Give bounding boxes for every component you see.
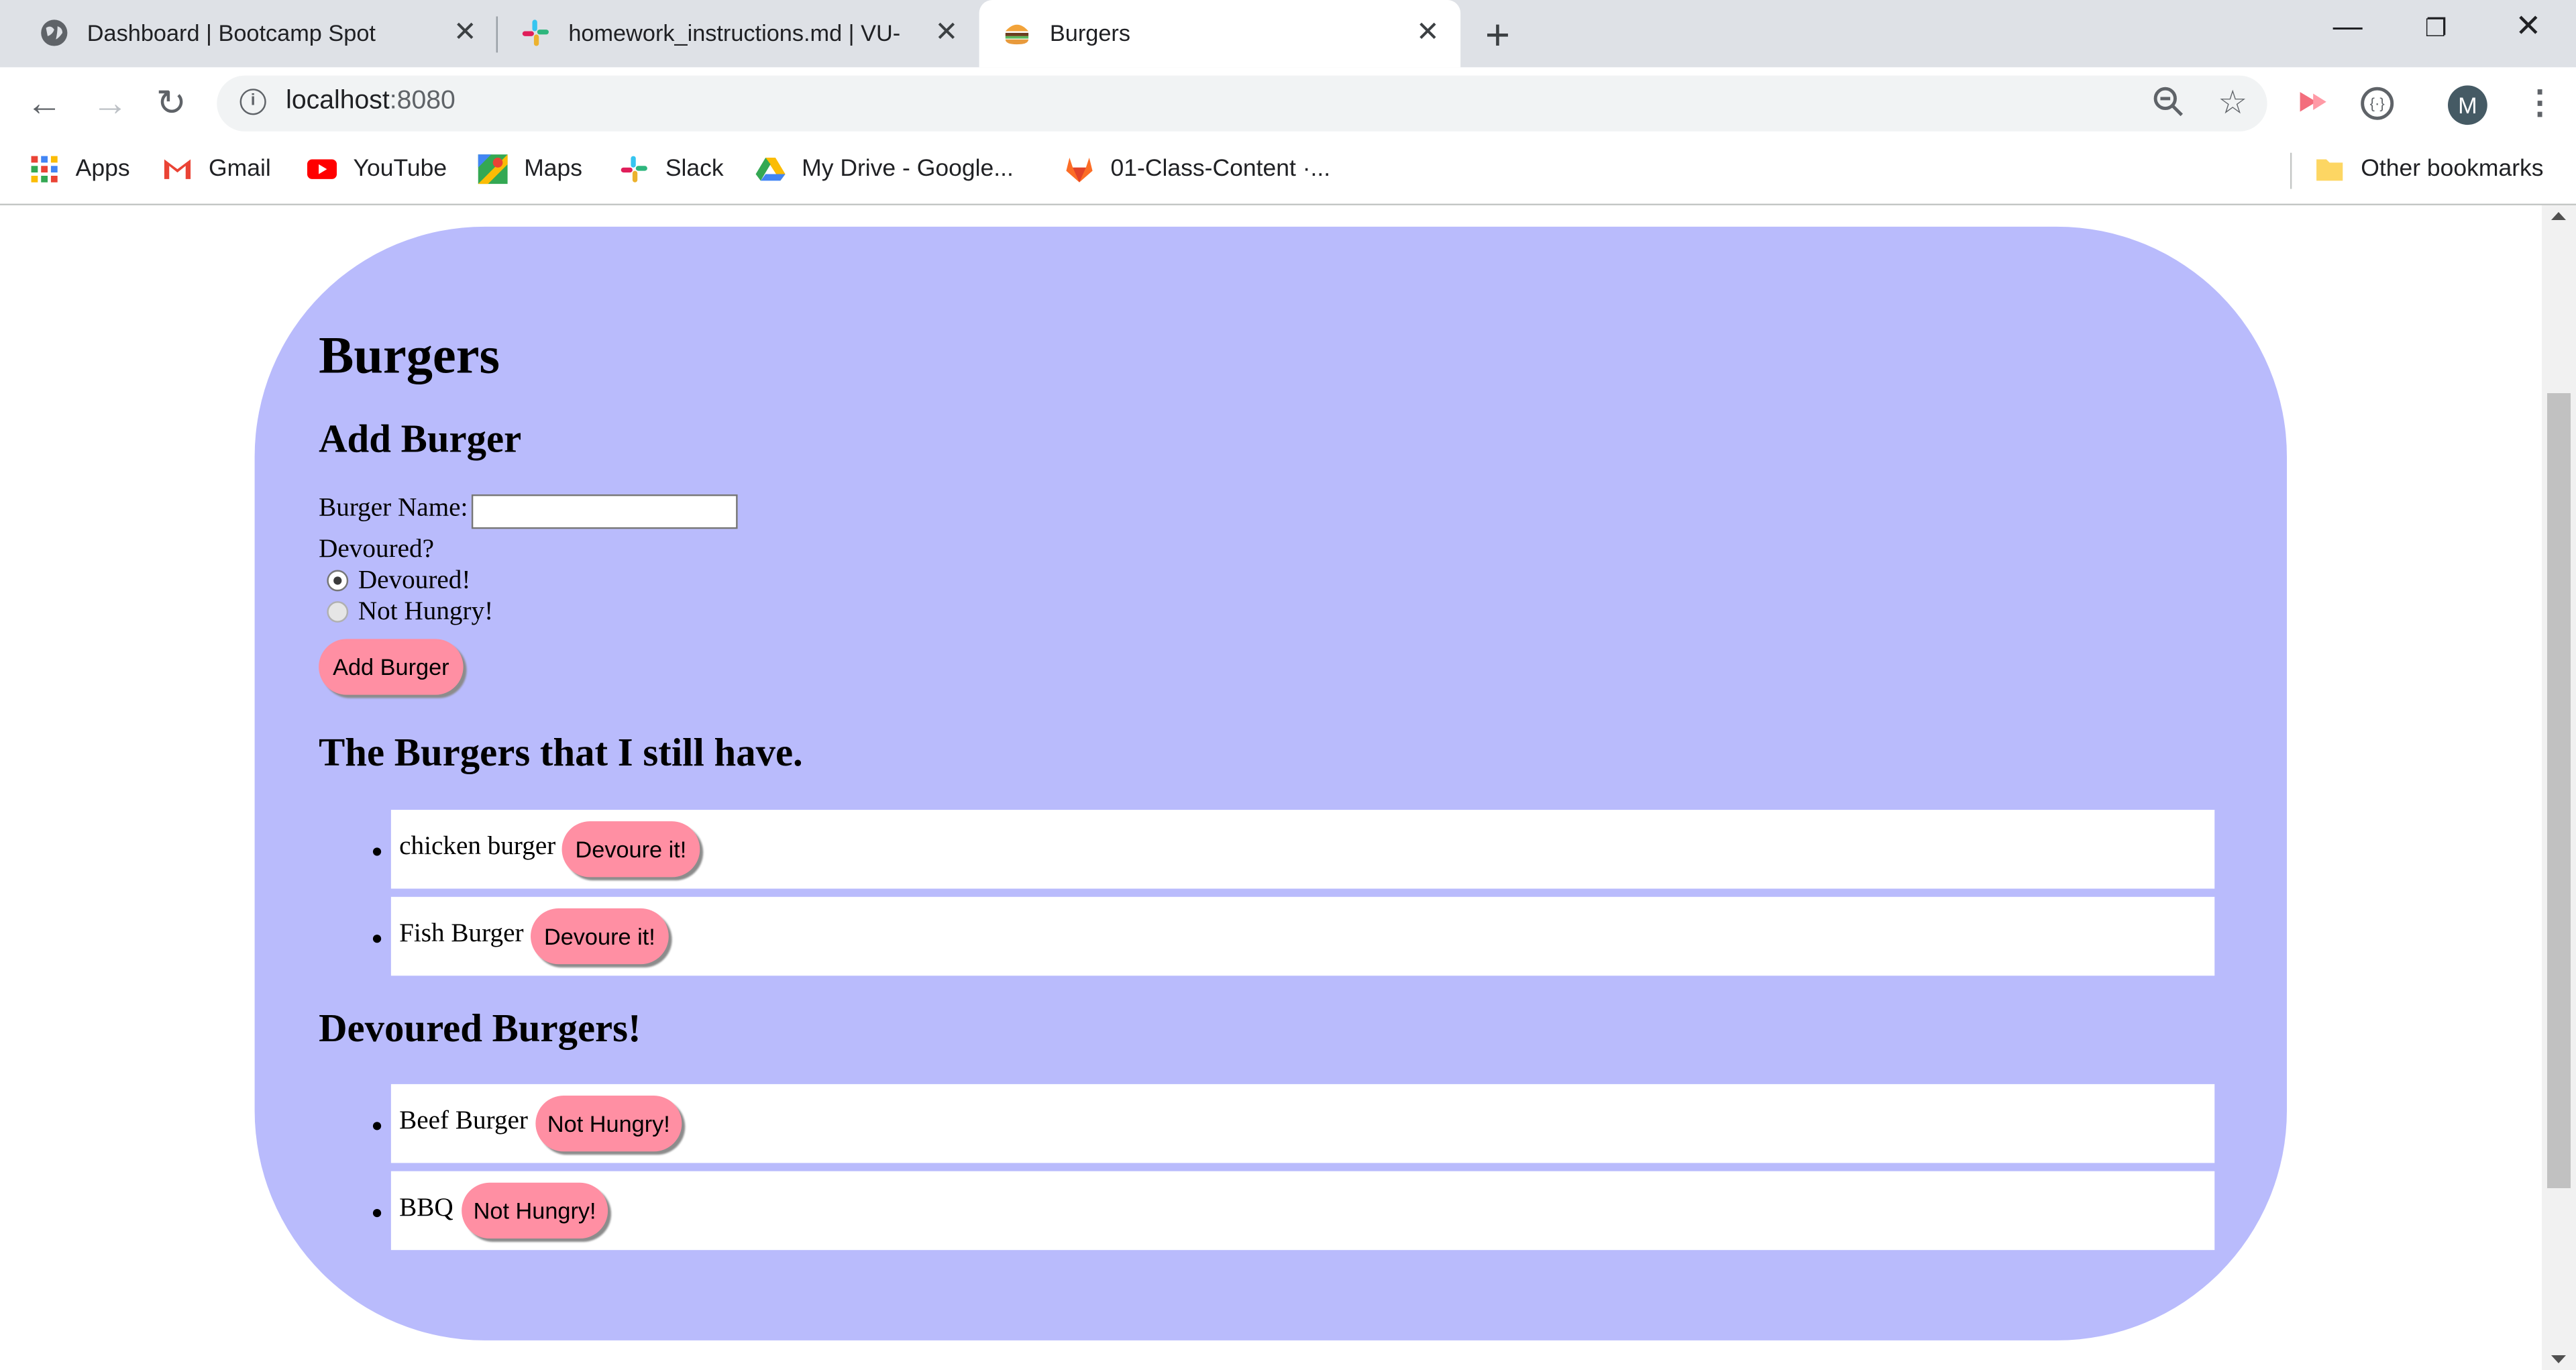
tab-title: homework_instructions.md | VU-: [568, 19, 901, 46]
apps-grid-icon: [31, 156, 58, 182]
slack-icon: [522, 19, 549, 46]
menu-icon[interactable]: ⋮: [2524, 82, 2557, 123]
bookmark-separator: [2290, 152, 2292, 189]
burger-name: BBQ: [399, 1194, 453, 1222]
bookmarks-bar: Apps Gmail YouTube Maps Slack My Drive -…: [0, 140, 2576, 206]
bookmark-slack[interactable]: Slack: [619, 154, 724, 184]
close-tab-icon[interactable]: ✕: [1416, 16, 1440, 49]
add-burger-heading: Add Burger: [319, 419, 522, 462]
burgers-card: Burgers Add Burger Burger Name: Devoured…: [254, 226, 2288, 1340]
tab-title: Dashboard | Bootcamp Spot: [87, 19, 376, 46]
url-text: localhost:8080: [286, 87, 455, 115]
forward-icon[interactable]: →: [92, 82, 128, 125]
list-item: BBQ Not Hungry!: [372, 1171, 2215, 1251]
maps-icon: [478, 154, 508, 185]
tab-burgers[interactable]: Burgers ✕: [979, 0, 1461, 68]
burger-name: Beef Burger: [399, 1107, 528, 1135]
tab-strip: Dashboard | Bootcamp Spot ✕ homework_ins…: [0, 0, 2576, 68]
minimize-icon[interactable]: —: [2333, 10, 2363, 44]
devoured-question-label: Devoured?: [319, 535, 434, 564]
devoured-radio-label: Devoured!: [358, 566, 471, 595]
tab-title: Burgers: [1049, 19, 1130, 46]
page-viewport: Burgers Add Burger Burger Name: Devoured…: [0, 205, 2542, 1370]
other-bookmarks[interactable]: Other bookmarks: [2315, 154, 2544, 184]
bullet: [372, 1122, 382, 1130]
not-hungry-button[interactable]: Not Hungry!: [462, 1182, 608, 1239]
back-icon[interactable]: ←: [26, 82, 62, 125]
tab-homework[interactable]: homework_instructions.md | VU- ✕: [482, 0, 975, 67]
bullet: [372, 847, 382, 856]
scroll-up-arrow-icon[interactable]: [2551, 212, 2566, 220]
folder-icon: [2316, 159, 2343, 181]
list-item: chicken burger Devoure it!: [372, 810, 2215, 889]
bookmark-youtube[interactable]: YouTube: [307, 154, 447, 184]
devoured-radio[interactable]: [327, 570, 349, 592]
bookmark-apps[interactable]: Apps: [30, 154, 130, 184]
burger-name-input[interactable]: [471, 494, 738, 529]
close-tab-icon[interactable]: ✕: [453, 16, 477, 49]
not-hungry-radio[interactable]: [327, 601, 349, 623]
bullet: [372, 1208, 382, 1218]
extension-icon[interactable]: [2297, 85, 2330, 118]
gitlab-icon: [1066, 158, 1093, 182]
bullet: [372, 935, 382, 943]
bookmark-my-drive[interactable]: My Drive - Google...: [755, 154, 1014, 184]
globe-icon: [41, 19, 68, 46]
scrollbar-thumb[interactable]: [2547, 393, 2571, 1188]
list-item: Fish Burger Devoure it!: [372, 896, 2215, 976]
page-scrollbar[interactable]: [2542, 205, 2576, 1370]
not-hungry-button[interactable]: Not Hungry!: [535, 1096, 682, 1152]
list-item: Beef Burger Not Hungry!: [372, 1084, 2215, 1163]
burger-name-label: Burger Name:: [319, 494, 468, 523]
tab-dashboard[interactable]: Dashboard | Bootcamp Spot ✕: [0, 0, 493, 67]
close-tab-icon[interactable]: ✕: [934, 16, 958, 49]
slack-icon: [621, 156, 647, 182]
have-burgers-heading: The Burgers that I still have.: [319, 732, 803, 776]
not-hungry-radio-label: Not Hungry!: [358, 598, 494, 626]
site-info-icon[interactable]: i: [239, 89, 266, 115]
bookmark-maps[interactable]: Maps: [478, 154, 582, 185]
devour-button[interactable]: Devoure it!: [561, 821, 700, 878]
add-burger-button[interactable]: Add Burger: [319, 639, 464, 695]
avatar[interactable]: M: [2448, 85, 2487, 125]
devoured-burgers-heading: Devoured Burgers!: [319, 1008, 641, 1051]
burger-name: chicken burger: [399, 833, 556, 861]
bookmark-class-content[interactable]: 01-Class-Content ·...: [1065, 154, 1330, 184]
youtube-icon: [307, 159, 337, 179]
browser-toolbar: ← → ↻ i localhost:8080 ☆ {·} M ⋮: [0, 67, 2576, 140]
gmail-icon: [164, 159, 191, 179]
page-title: Burgers: [319, 325, 500, 384]
zoom-icon[interactable]: [2152, 85, 2185, 118]
bookmark-gmail[interactable]: Gmail: [162, 154, 271, 184]
new-tab-icon[interactable]: +: [1485, 10, 1510, 61]
browser-chrome: Dashboard | Bootcamp Spot ✕ homework_ins…: [0, 0, 2576, 206]
bookmark-star-icon[interactable]: ☆: [2218, 82, 2247, 123]
google-drive-icon: [755, 158, 786, 181]
burger-name: Fish Burger: [399, 920, 524, 948]
close-window-icon[interactable]: ✕: [2515, 8, 2541, 46]
restore-icon[interactable]: ❐: [2425, 13, 2447, 43]
address-bar[interactable]: i localhost:8080 ☆: [217, 75, 2267, 131]
scroll-down-arrow-icon[interactable]: [2551, 1355, 2566, 1363]
devour-button[interactable]: Devoure it!: [531, 908, 669, 965]
extension-braces-icon[interactable]: {·}: [2361, 87, 2394, 120]
reload-icon[interactable]: ↻: [156, 82, 186, 125]
burger-icon: [1005, 24, 1029, 45]
